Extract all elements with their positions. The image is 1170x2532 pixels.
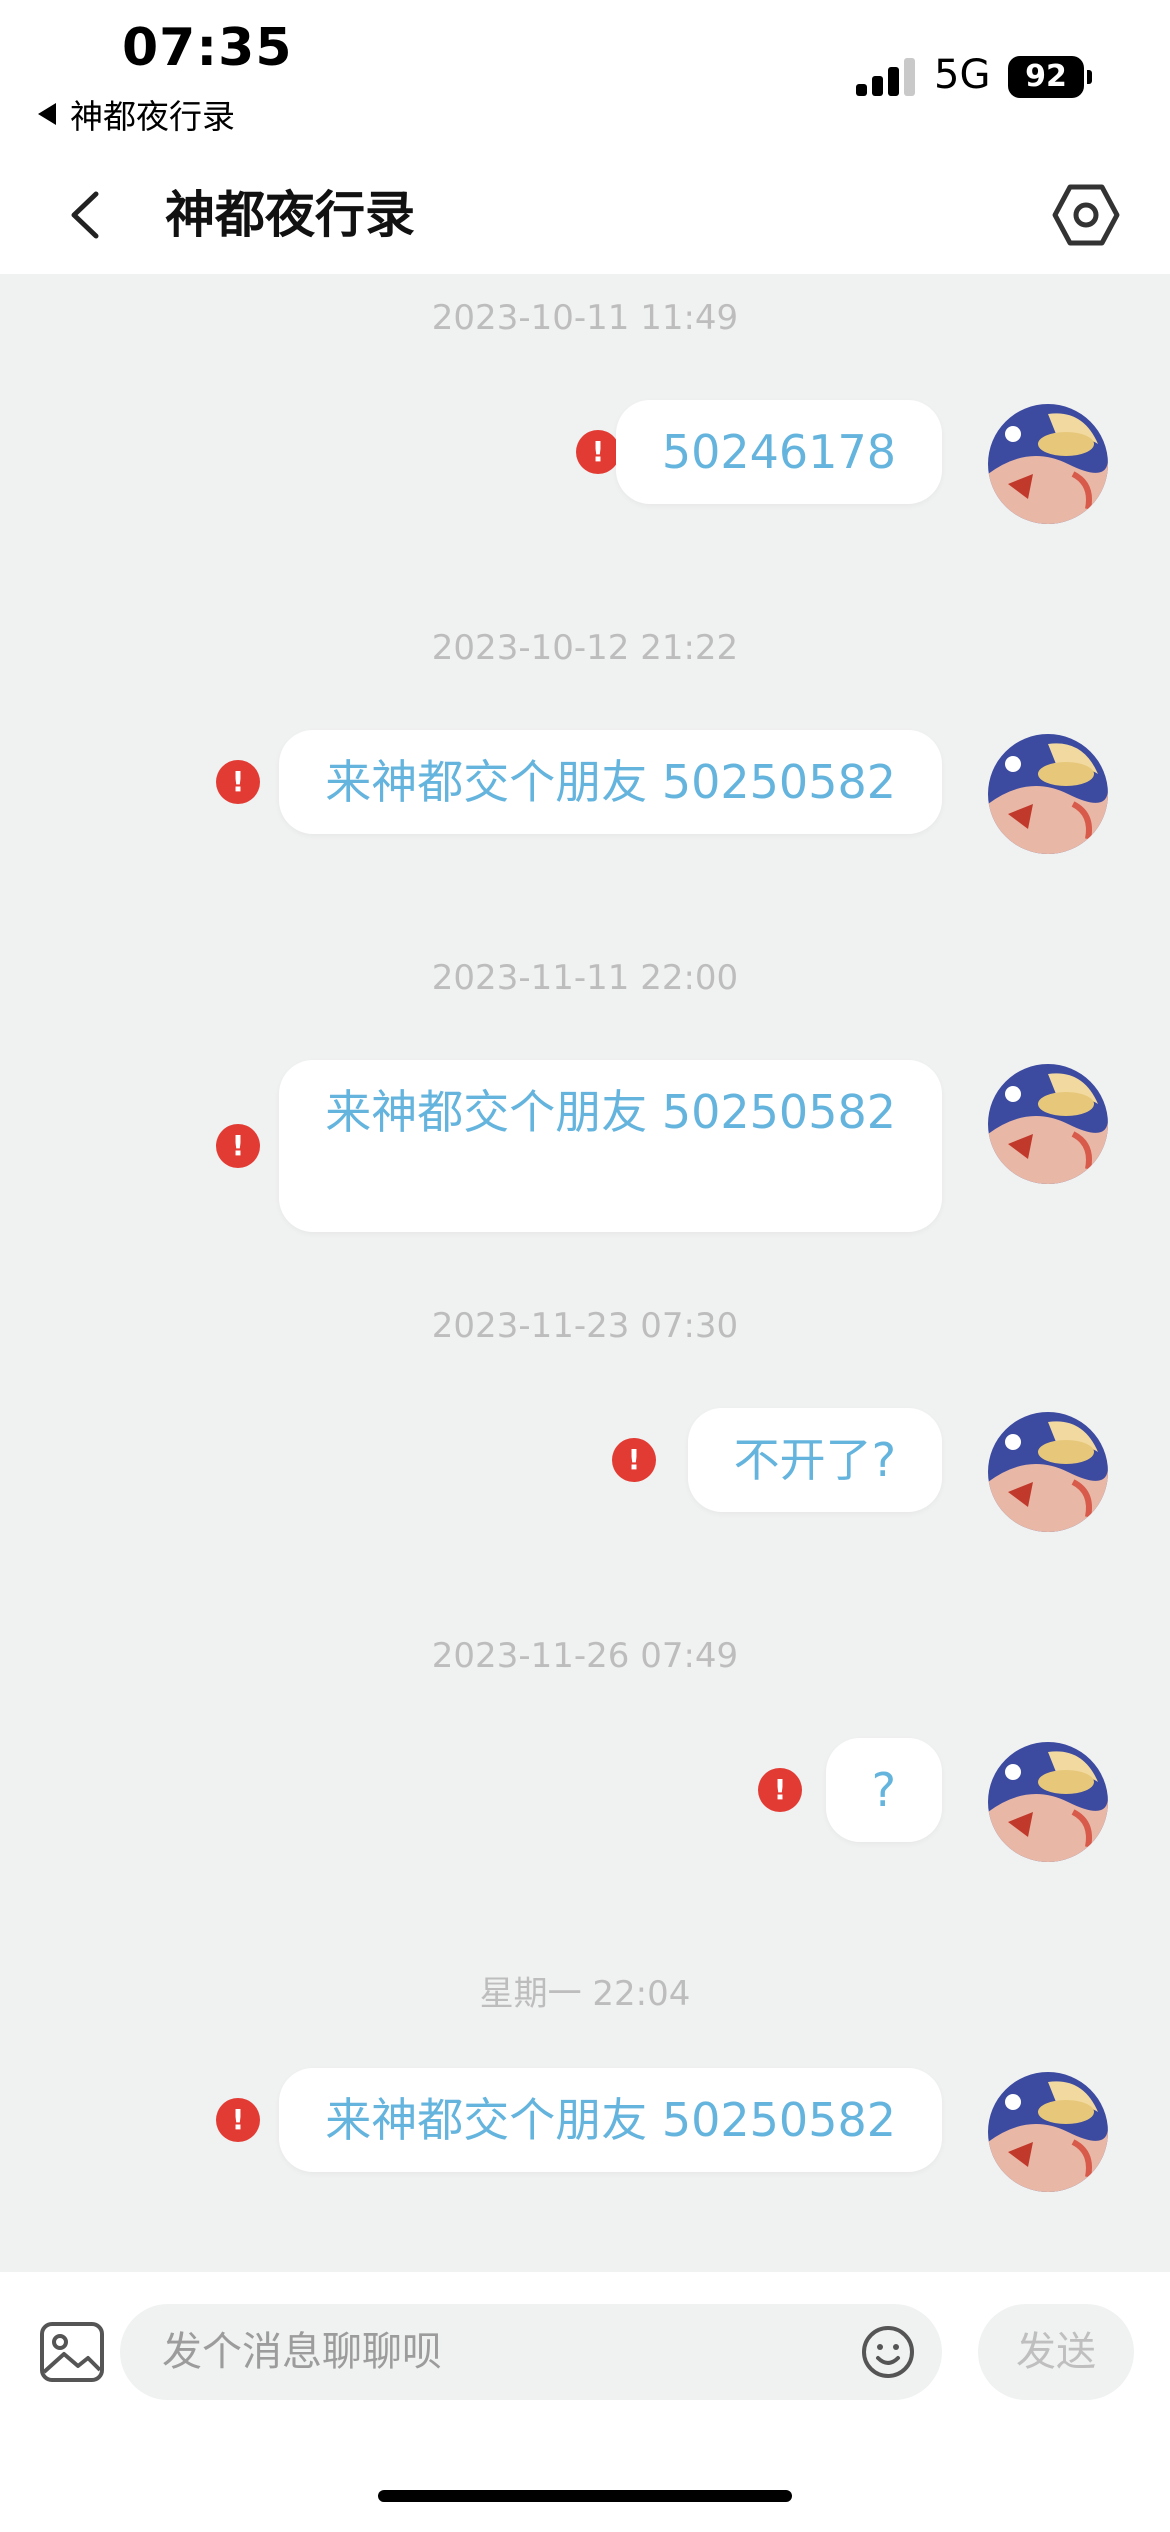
chat-header: 神都夜行录 bbox=[0, 160, 1170, 274]
network-type: 5G bbox=[934, 52, 991, 98]
back-app-label: 神都夜行录 bbox=[70, 97, 235, 136]
chevron-left-icon bbox=[71, 191, 99, 239]
status-clock: 07:35 bbox=[122, 18, 293, 78]
image-picker-button[interactable] bbox=[38, 2320, 106, 2384]
avatar[interactable] bbox=[988, 1742, 1108, 1862]
smiley-icon bbox=[862, 2326, 914, 2378]
back-triangle-icon bbox=[38, 103, 56, 125]
avatar[interactable] bbox=[988, 1064, 1108, 1184]
emoji-button[interactable] bbox=[860, 2324, 916, 2380]
back-to-app-link[interactable]: 神都夜行录 bbox=[38, 90, 235, 138]
message-timestamp: 2023-10-12 21:22 bbox=[431, 628, 739, 668]
chat-screen: 07:35 神都夜行录 5G 92 神都夜行录 2023-10-11 11:49… bbox=[0, 0, 1170, 2532]
send-failed-icon[interactable]: ! bbox=[576, 430, 620, 474]
battery-tip-icon bbox=[1087, 70, 1092, 84]
message-timestamp: 2023-11-26 07:49 bbox=[431, 1636, 739, 1676]
avatar[interactable] bbox=[988, 1412, 1108, 1532]
cellular-signal-icon bbox=[856, 58, 916, 96]
message-timestamp: 2023-11-11 22:00 bbox=[431, 958, 739, 998]
send-failed-icon[interactable]: ! bbox=[216, 2098, 260, 2142]
settings-button[interactable] bbox=[1050, 175, 1122, 255]
message-list[interactable]: 2023-10-11 11:49 ! 50246178 2023-10-12 2… bbox=[0, 274, 1170, 2272]
hexagon-settings-icon bbox=[1052, 184, 1120, 246]
message-timestamp: 2023-11-23 07:30 bbox=[431, 1306, 739, 1346]
message-input-placeholder: 发个消息聊聊呗 bbox=[162, 2329, 442, 2375]
image-icon bbox=[40, 2322, 104, 2382]
message-timestamp: 星期一 22:04 bbox=[479, 1974, 691, 2014]
message-bubble[interactable]: 来神都交个朋友 50250582 bbox=[279, 2068, 942, 2172]
message-bubble[interactable]: 不开了? bbox=[687, 1408, 942, 1512]
avatar[interactable] bbox=[988, 2072, 1108, 2192]
send-failed-icon[interactable]: ! bbox=[216, 1124, 260, 1168]
send-failed-icon[interactable]: ! bbox=[612, 1438, 656, 1482]
battery-level: 92 bbox=[1008, 56, 1084, 98]
back-button[interactable] bbox=[58, 180, 118, 250]
page-title: 神都夜行录 bbox=[165, 186, 415, 244]
message-input[interactable]: 发个消息聊聊呗 bbox=[120, 2304, 942, 2400]
message-bubble[interactable]: 来神都交个朋友 50250582 bbox=[279, 730, 942, 834]
status-bar: 07:35 神都夜行录 5G 92 bbox=[0, 0, 1170, 160]
message-bubble[interactable]: ? bbox=[825, 1738, 942, 1842]
home-indicator[interactable] bbox=[378, 2490, 792, 2502]
avatar[interactable] bbox=[988, 404, 1108, 524]
message-bubble[interactable]: 来神都交个朋友 50250582 bbox=[279, 1060, 942, 1232]
avatar[interactable] bbox=[988, 734, 1108, 854]
message-timestamp: 2023-10-11 11:49 bbox=[431, 298, 739, 338]
send-button[interactable]: 发送 bbox=[978, 2304, 1134, 2400]
send-failed-icon[interactable]: ! bbox=[758, 1768, 802, 1812]
message-bubble[interactable]: 50246178 bbox=[615, 400, 942, 504]
send-failed-icon[interactable]: ! bbox=[216, 760, 260, 804]
